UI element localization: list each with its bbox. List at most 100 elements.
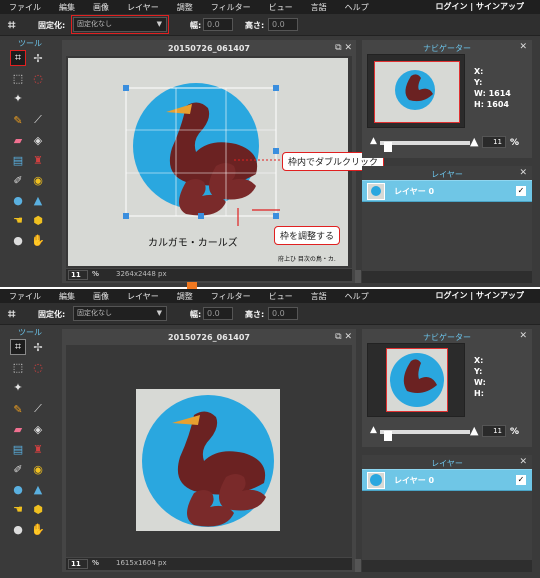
menu-help[interactable]: ヘルプ (336, 291, 378, 302)
navigator-thumbnail[interactable] (367, 343, 465, 417)
red-eye-icon[interactable]: ◉ (30, 172, 46, 188)
layer-visibility-checkbox[interactable]: ✓ (516, 475, 526, 485)
drop-icon[interactable]: ● (10, 481, 26, 497)
menu-file[interactable]: ファイル (0, 2, 50, 13)
menu-adjust[interactable]: 調整 (168, 2, 202, 13)
menu-image[interactable]: 画像 (84, 2, 118, 13)
restore-icon[interactable]: ⧉ (335, 332, 341, 342)
zoom-slider[interactable] (380, 430, 470, 441)
eraser-icon[interactable]: ▰ (10, 132, 26, 148)
window-controls[interactable]: ⧉ ✕ (335, 43, 352, 53)
smudge-icon[interactable]: ☚ (10, 501, 26, 517)
login-signup-link[interactable]: ログイン | サインアップ (436, 290, 525, 301)
red-eye-icon[interactable]: ◉ (30, 461, 46, 477)
color-replace-icon[interactable]: ✐ (10, 461, 26, 477)
menu-image[interactable]: 画像 (84, 291, 118, 302)
crop-handle[interactable] (273, 213, 279, 219)
pencil-icon[interactable]: ✎ (10, 112, 26, 128)
navigator-view-frame[interactable] (386, 348, 448, 412)
gradient-icon[interactable]: ▤ (10, 441, 26, 457)
crop-handle[interactable] (273, 148, 279, 154)
crop-handle[interactable] (123, 213, 129, 219)
pencil-icon[interactable]: ✎ (10, 401, 26, 417)
menu-language[interactable]: 言語 (302, 2, 336, 13)
move-icon[interactable]: ✢ (30, 50, 46, 66)
lasso-icon[interactable]: ◌ (30, 70, 46, 86)
menu-file[interactable]: ファイル (0, 291, 50, 302)
eraser-icon[interactable]: ▰ (10, 421, 26, 437)
canvas-area[interactable]: カルガモ・カールズ 府上ひ 目次の鳥・カ. 枠内でダブルクリック 枠を調整する (66, 56, 385, 268)
canvas-area[interactable] (66, 345, 352, 557)
sharpen-icon[interactable]: ▲ (30, 192, 46, 208)
height-input[interactable]: 0.0 (268, 18, 298, 31)
menu-view[interactable]: ビュー (260, 291, 302, 302)
brush-icon[interactable]: ⟋ (30, 401, 46, 417)
stamp-icon[interactable]: ♜ (30, 441, 46, 457)
mountain-large-icon: ▲ (470, 135, 479, 148)
menu-view[interactable]: ビュー (260, 2, 302, 13)
restore-icon[interactable]: ⧉ (335, 43, 341, 53)
sharpen-icon[interactable]: ▲ (30, 481, 46, 497)
close-icon[interactable]: ✕ (344, 332, 352, 342)
zoom-slider-knob[interactable] (384, 431, 392, 441)
menu-edit[interactable]: 編集 (50, 291, 84, 302)
bucket-icon[interactable]: ◈ (30, 421, 46, 437)
zoom-input[interactable]: 11 (68, 270, 88, 280)
dodge-icon[interactable]: ● (10, 521, 26, 537)
menu-edit[interactable]: 編集 (50, 2, 84, 13)
menu-layer[interactable]: レイヤー (118, 2, 168, 13)
zoom-input[interactable]: 11 (68, 559, 88, 569)
zoom-slider[interactable] (380, 141, 470, 152)
burn-icon[interactable]: ✋ (30, 232, 46, 248)
magic-wand-icon[interactable]: ✦ (10, 90, 26, 106)
width-input[interactable]: 0.0 (203, 18, 233, 31)
menu-filter[interactable]: フィルター (202, 2, 260, 13)
marquee-icon[interactable]: ⬚ (10, 359, 26, 375)
menu-adjust[interactable]: 調整 (168, 291, 202, 302)
height-input[interactable]: 0.0 (268, 307, 298, 320)
login-signup-link[interactable]: ログイン | サインアップ (436, 1, 525, 12)
window-controls[interactable]: ⧉ ✕ (335, 332, 352, 342)
constraint-select[interactable]: 固定化なし ▼ (73, 306, 167, 321)
bucket-icon[interactable]: ◈ (30, 132, 46, 148)
width-input[interactable]: 0.0 (203, 307, 233, 320)
lasso-icon[interactable]: ◌ (30, 359, 46, 375)
resize-grip-icon[interactable] (355, 270, 361, 283)
brush-icon[interactable]: ⟋ (30, 112, 46, 128)
navigator-thumbnail[interactable] (367, 54, 465, 128)
layer-row[interactable]: レイヤー 0 ✓ (362, 180, 532, 202)
navigator-zoom-input[interactable]: 11 (482, 136, 506, 148)
marquee-icon[interactable]: ⬚ (10, 70, 26, 86)
navigator-view-frame[interactable] (374, 61, 460, 123)
close-icon[interactable]: ✕ (519, 42, 527, 52)
crop-handle[interactable] (273, 85, 279, 91)
drop-icon[interactable]: ● (10, 192, 26, 208)
navigator-zoom-input[interactable]: 11 (482, 425, 506, 437)
crop-handle[interactable] (123, 85, 129, 91)
smudge-icon[interactable]: ☚ (10, 212, 26, 228)
move-icon[interactable]: ✢ (30, 339, 46, 355)
menu-filter[interactable]: フィルター (202, 291, 260, 302)
crop-handle[interactable] (198, 213, 204, 219)
menu-help[interactable]: ヘルプ (336, 2, 378, 13)
layer-visibility-checkbox[interactable]: ✓ (516, 186, 526, 196)
close-icon[interactable]: ✕ (519, 331, 527, 341)
burn-icon[interactable]: ✋ (30, 521, 46, 537)
sponge-icon[interactable]: ⬢ (30, 212, 46, 228)
close-icon[interactable]: ✕ (344, 43, 352, 53)
resize-grip-icon[interactable] (355, 559, 361, 572)
menu-language[interactable]: 言語 (302, 291, 336, 302)
crop-icon[interactable]: ⌗ (10, 50, 26, 66)
close-icon[interactable]: ✕ (519, 168, 527, 178)
close-icon[interactable]: ✕ (519, 457, 527, 467)
stamp-icon[interactable]: ♜ (30, 152, 46, 168)
zoom-slider-knob[interactable] (384, 142, 392, 152)
layer-row[interactable]: レイヤー 0 ✓ (362, 469, 532, 491)
magic-wand-icon[interactable]: ✦ (10, 379, 26, 395)
sponge-icon[interactable]: ⬢ (30, 501, 46, 517)
crop-icon[interactable]: ⌗ (10, 339, 26, 355)
gradient-icon[interactable]: ▤ (10, 152, 26, 168)
menu-layer[interactable]: レイヤー (118, 291, 168, 302)
dodge-icon[interactable]: ● (10, 232, 26, 248)
color-replace-icon[interactable]: ✐ (10, 172, 26, 188)
